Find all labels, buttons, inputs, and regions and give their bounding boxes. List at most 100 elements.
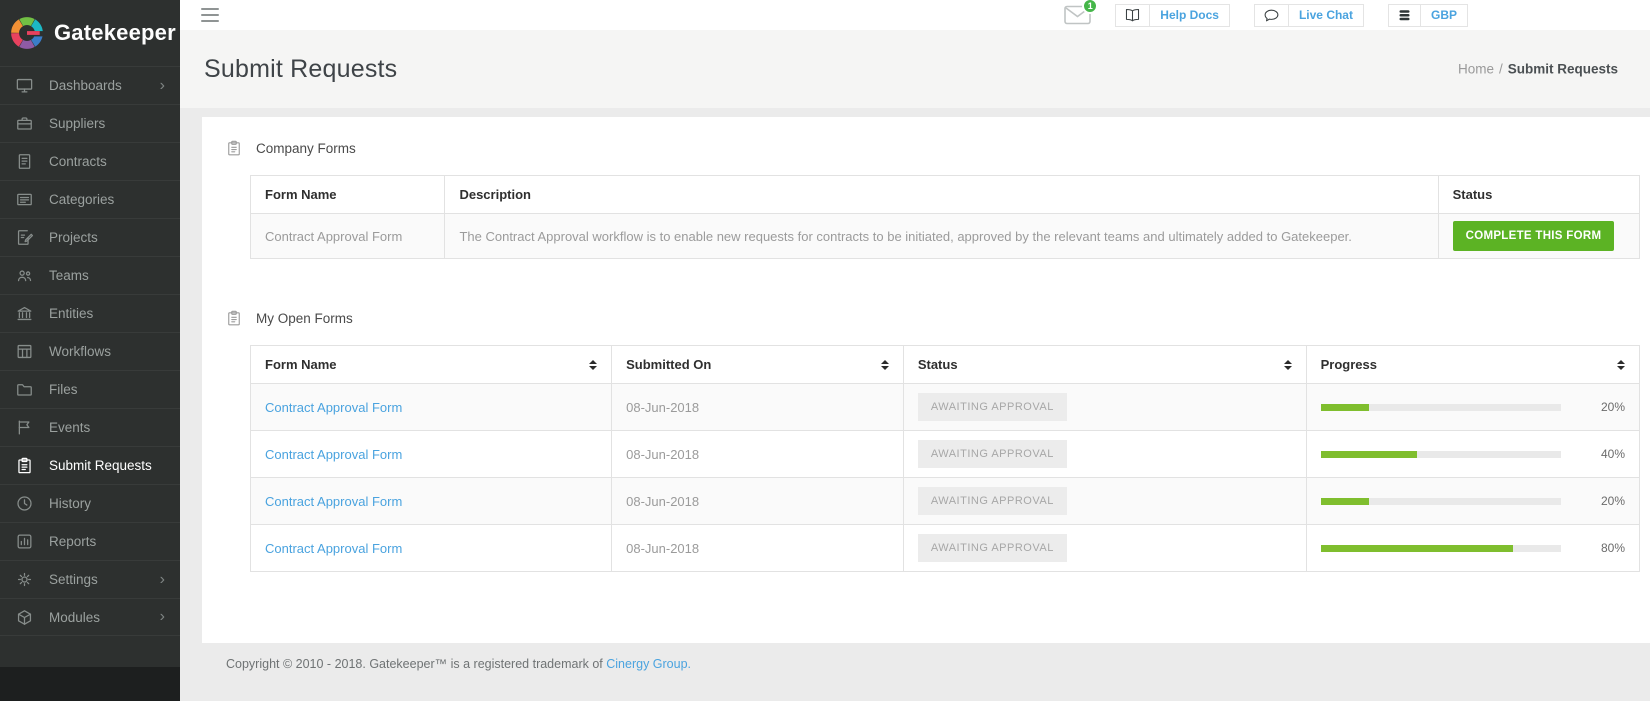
topbar-actions: 1 Help Docs Live Chat GBP — [1064, 0, 1468, 30]
teams-icon — [15, 266, 34, 285]
help-docs-label: Help Docs — [1160, 8, 1219, 22]
notification-badge: 1 — [1082, 0, 1099, 14]
progress-cell: 80% — [1305, 524, 1641, 572]
progress-bar — [1320, 497, 1561, 505]
live-chat-button[interactable]: Live Chat — [1253, 3, 1364, 27]
complete-this-form-button[interactable]: COMPLETE THIS FORM — [1452, 221, 1615, 251]
cinergy-group-link[interactable]: Cinergy Group. — [606, 657, 691, 671]
dashboards-icon — [15, 76, 34, 95]
suppliers-icon — [15, 114, 34, 133]
files-icon — [15, 380, 34, 399]
status-cell: AWAITING APPROVAL — [902, 477, 1307, 525]
section-title: Company Forms — [256, 140, 356, 156]
brand-logo[interactable]: Gatekeeper — [0, 0, 180, 66]
sidebar-item-submit-requests[interactable]: Submit Requests — [0, 446, 180, 484]
page-header: Submit Requests Home / Submit Requests — [180, 30, 1650, 108]
sidebar-item-suppliers[interactable]: Suppliers — [0, 104, 180, 142]
table-row: Contract Approval Form 08-Jun-2018 AWAIT… — [249, 524, 1641, 572]
app-window: Gatekeeper Dashboards › Suppliers Contra… — [0, 0, 1650, 701]
sidebar-item-events[interactable]: Events — [0, 408, 180, 446]
sidebar-item-entities[interactable]: Entities — [0, 294, 180, 332]
sidebar-item-label: Categories — [49, 192, 115, 207]
sidebar-item-settings[interactable]: Settings › — [0, 560, 180, 598]
status-badge: AWAITING APPROVAL — [917, 487, 1067, 515]
form-name-cell: Contract Approval Form — [249, 213, 446, 259]
sidebar-item-workflows[interactable]: Workflows — [0, 332, 180, 370]
column-label: Progress — [1320, 357, 1377, 372]
sidebar-item-dashboards[interactable]: Dashboards › — [0, 66, 180, 104]
sidebar-item-projects[interactable]: Projects — [0, 218, 180, 256]
form-name-cell: Contract Approval Form — [249, 524, 613, 572]
workflows-icon — [15, 342, 34, 361]
progress-percentage: 20% — [1600, 494, 1625, 508]
sort-icon[interactable] — [589, 359, 598, 370]
column-label: Submitted On — [626, 357, 712, 372]
column-header-description: Description — [444, 175, 1439, 214]
sidebar-item-label: Settings — [49, 572, 98, 587]
form-name-cell: Contract Approval Form — [249, 430, 613, 478]
form-link[interactable]: Contract Approval Form — [265, 400, 402, 415]
sidebar-item-files[interactable]: Files — [0, 370, 180, 408]
column-header-submitted-on[interactable]: Submitted On — [611, 345, 904, 384]
reports-icon — [15, 532, 34, 551]
sidebar-item-contracts[interactable]: Contracts — [0, 142, 180, 180]
menu-toggle-icon[interactable] — [201, 8, 219, 22]
currency-label: GBP — [1430, 8, 1457, 22]
table-header-row: Form Name Description Status — [249, 175, 1641, 214]
main-area: 1 Help Docs Live Chat GBP Submit Request… — [180, 0, 1650, 701]
content-card: Company Forms Form Name Description Stat… — [202, 117, 1650, 643]
sidebar-item-modules[interactable]: Modules › — [0, 598, 180, 636]
progress-percentage: 80% — [1600, 541, 1625, 555]
sidebar-item-label: Modules — [49, 609, 101, 625]
sidebar-item-reports[interactable]: Reports — [0, 522, 180, 560]
topbar: 1 Help Docs Live Chat GBP — [180, 0, 1650, 30]
table-row: Contract Approval Form The Contract Appr… — [249, 213, 1641, 259]
sidebar: Gatekeeper Dashboards › Suppliers Contra… — [0, 0, 180, 701]
company-forms-table: Form Name Description Status Contract Ap… — [249, 175, 1641, 259]
modules-icon — [15, 608, 34, 627]
sort-icon[interactable] — [1283, 359, 1292, 370]
column-header-status[interactable]: Status — [902, 345, 1307, 384]
progress-percentage: 40% — [1600, 447, 1625, 461]
table-row: Contract Approval Form 08-Jun-2018 AWAIT… — [249, 383, 1641, 431]
currency-button[interactable]: GBP — [1387, 3, 1468, 27]
column-header-form-name[interactable]: Form Name — [249, 345, 613, 384]
my-open-forms-table: Form Name Submitted On Status Progress C… — [249, 345, 1641, 572]
page-title: Submit Requests — [204, 54, 398, 83]
submitted-on-cell: 08-Jun-2018 — [611, 383, 904, 431]
form-link[interactable]: Contract Approval Form — [265, 494, 402, 509]
column-header-progress[interactable]: Progress — [1305, 345, 1641, 384]
status-cell: AWAITING APPROVAL — [902, 430, 1307, 478]
help-docs-button[interactable]: Help Docs — [1115, 3, 1230, 27]
breadcrumb-current: Submit Requests — [1507, 61, 1619, 77]
form-link[interactable]: Contract Approval Form — [265, 447, 402, 462]
live-chat-label: Live Chat — [1298, 8, 1353, 22]
sidebar-item-label: Projects — [49, 230, 98, 245]
breadcrumb-home-link[interactable]: Home — [1458, 62, 1494, 77]
messages-button[interactable]: 1 — [1064, 0, 1099, 25]
section-title: My Open Forms — [256, 310, 353, 326]
table-header-row: Form Name Submitted On Status Progress — [249, 345, 1641, 384]
form-link[interactable]: Contract Approval Form — [265, 541, 402, 556]
status-cell: COMPLETE THIS FORM — [1437, 213, 1641, 259]
status-badge: AWAITING APPROVAL — [917, 534, 1067, 562]
sidebar-nav: Dashboards › Suppliers Contracts Categor… — [0, 66, 180, 636]
sidebar-item-label: Events — [49, 420, 91, 435]
status-cell: AWAITING APPROVAL — [902, 383, 1307, 431]
gatekeeper-logo-icon — [11, 17, 45, 49]
sidebar-item-label: Workflows — [49, 344, 112, 359]
company-forms-section-header: Company Forms — [225, 138, 1650, 158]
chevron-right-icon: › — [159, 76, 165, 94]
clipboard-icon — [225, 308, 243, 328]
sidebar-item-categories[interactable]: Categories — [0, 180, 180, 218]
sidebar-item-teams[interactable]: Teams — [0, 256, 180, 294]
sidebar-item-label: Contracts — [49, 154, 107, 169]
sort-icon[interactable] — [1617, 359, 1625, 370]
status-badge: AWAITING APPROVAL — [917, 440, 1067, 468]
sort-icon[interactable] — [880, 359, 889, 370]
sidebar-item-history[interactable]: History — [0, 484, 180, 522]
breadcrumb-separator: / — [1499, 61, 1503, 77]
progress-cell: 40% — [1305, 430, 1641, 478]
footer: Copyright © 2010 - 2018. Gatekeeper™ is … — [202, 643, 1650, 671]
sidebar-footer — [0, 667, 180, 701]
